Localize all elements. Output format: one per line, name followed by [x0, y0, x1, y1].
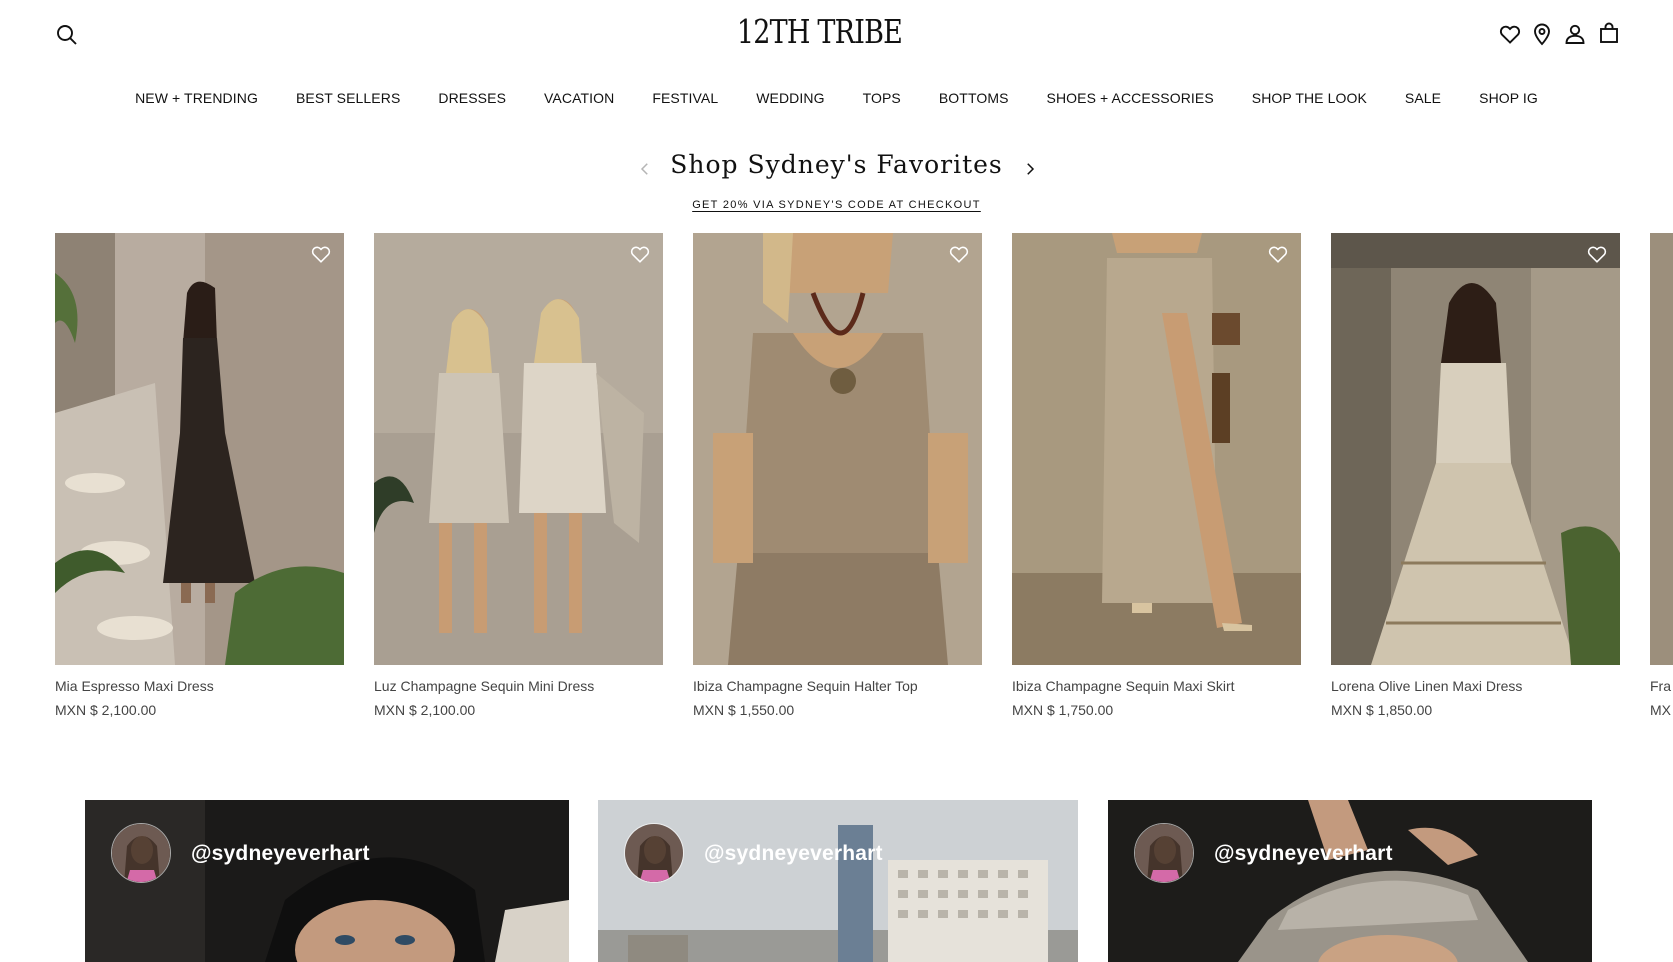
product-name[interactable]: Ibiza Champagne Sequin Halter Top: [693, 678, 982, 694]
product-photo-partial: [1650, 233, 1673, 665]
product-card[interactable]: Mia Espresso Maxi Dress MXN $ 2,100.00: [55, 233, 344, 718]
product-image[interactable]: [1012, 233, 1301, 665]
product-photo-luz: [374, 233, 663, 665]
instagram-handle: @sydneyeverhart: [704, 842, 883, 865]
product-photo-ibiza-skirt: [1012, 233, 1301, 665]
product-name[interactable]: Luz Champagne Sequin Mini Dress: [374, 678, 663, 694]
wishlist-heart-icon[interactable]: [1586, 243, 1610, 267]
main-nav: NEW + TRENDING BEST SELLERS DRESSES VACA…: [0, 90, 1673, 106]
avatar: [111, 823, 171, 883]
nav-shoes-accessories[interactable]: SHOES + ACCESSORIES: [1028, 90, 1233, 106]
instagram-post[interactable]: @sydneyeverhart: [1108, 800, 1592, 962]
product-photo-lorena: [1331, 233, 1620, 665]
section-heading: Shop Sydney's Favorites: [0, 150, 1673, 179]
product-price: MXN $ 1,850.00: [1331, 702, 1433, 718]
instagram-post[interactable]: @sydneyeverhart: [598, 800, 1078, 962]
product-price: MXN $ 2,100.00: [374, 702, 476, 718]
nav-sale[interactable]: SALE: [1386, 90, 1460, 106]
instagram-photo: [85, 800, 569, 962]
instagram-handle: @sydneyeverhart: [191, 842, 370, 865]
nav-dresses[interactable]: DRESSES: [419, 90, 525, 106]
location-pin-icon[interactable]: [1528, 20, 1556, 48]
account-icon[interactable]: [1561, 20, 1589, 48]
product-name[interactable]: Mia Espresso Maxi Dress: [55, 678, 344, 694]
section-subtitle: GET 20% VIA SYDNEY'S CODE AT CHECKOUT: [0, 195, 1673, 213]
product-image[interactable]: [1650, 233, 1673, 665]
section-title: Shop Sydney's Favorites: [670, 150, 1003, 179]
product-card[interactable]: Ibiza Champagne Sequin Halter Top MXN $ …: [693, 233, 982, 718]
bag-icon[interactable]: [1595, 19, 1623, 47]
product-card[interactable]: Fra MX: [1650, 233, 1673, 718]
nav-best-sellers[interactable]: BEST SELLERS: [277, 90, 419, 106]
instagram-feed: @sydneyeverhart @sydneyeverhart @sydneye…: [0, 800, 1673, 962]
product-card[interactable]: Ibiza Champagne Sequin Maxi Skirt MXN $ …: [1012, 233, 1301, 718]
instagram-post[interactable]: @sydneyeverhart: [85, 800, 569, 962]
product-photo-ibiza-top: [693, 233, 982, 665]
product-price: MXN $ 1,550.00: [693, 702, 795, 718]
instagram-photo: [598, 800, 1078, 962]
wishlist-heart-icon[interactable]: [629, 243, 653, 267]
carousel-next-arrow[interactable]: [1019, 158, 1041, 180]
site-logo[interactable]: 12TH TRIBE: [735, 12, 904, 51]
product-price: MX: [1650, 702, 1671, 718]
nav-festival[interactable]: FESTIVAL: [633, 90, 737, 106]
promo-code-link[interactable]: GET 20% VIA SYDNEY'S CODE AT CHECKOUT: [692, 199, 981, 211]
product-image[interactable]: [693, 233, 982, 665]
nav-new-trending[interactable]: NEW + TRENDING: [116, 90, 277, 106]
instagram-photo: [1108, 800, 1592, 962]
product-image[interactable]: [55, 233, 344, 665]
nav-vacation[interactable]: VACATION: [525, 90, 633, 106]
product-price: MXN $ 2,100.00: [55, 702, 157, 718]
instagram-handle: @sydneyeverhart: [1214, 842, 1393, 865]
wishlist-heart-icon[interactable]: [1267, 243, 1291, 267]
product-price: MXN $ 1,750.00: [1012, 702, 1114, 718]
nav-shop-ig[interactable]: SHOP IG: [1460, 90, 1557, 106]
avatar: [1134, 823, 1194, 883]
site-header: 12TH TRIBE: [0, 0, 1673, 70]
product-image[interactable]: [374, 233, 663, 665]
product-name[interactable]: Ibiza Champagne Sequin Maxi Skirt: [1012, 678, 1301, 694]
product-carousel: Mia Espresso Maxi Dress MXN $ 2,100.00 L…: [0, 233, 1673, 733]
nav-shop-the-look[interactable]: SHOP THE LOOK: [1233, 90, 1386, 106]
product-card[interactable]: Luz Champagne Sequin Mini Dress MXN $ 2,…: [374, 233, 663, 718]
product-image[interactable]: [1331, 233, 1620, 665]
product-name[interactable]: Lorena Olive Linen Maxi Dress: [1331, 678, 1620, 694]
product-name[interactable]: Fra: [1650, 678, 1673, 694]
product-card[interactable]: Lorena Olive Linen Maxi Dress MXN $ 1,85…: [1331, 233, 1620, 718]
product-photo-mia: [55, 233, 344, 665]
nav-bottoms[interactable]: BOTTOMS: [920, 90, 1028, 106]
wishlist-heart-icon[interactable]: [948, 243, 972, 267]
search-icon[interactable]: [53, 21, 81, 49]
nav-wedding[interactable]: WEDDING: [737, 90, 843, 106]
wishlist-heart-icon[interactable]: [310, 243, 334, 267]
avatar: [624, 823, 684, 883]
nav-tops[interactable]: TOPS: [844, 90, 920, 106]
heart-icon[interactable]: [1496, 20, 1524, 48]
